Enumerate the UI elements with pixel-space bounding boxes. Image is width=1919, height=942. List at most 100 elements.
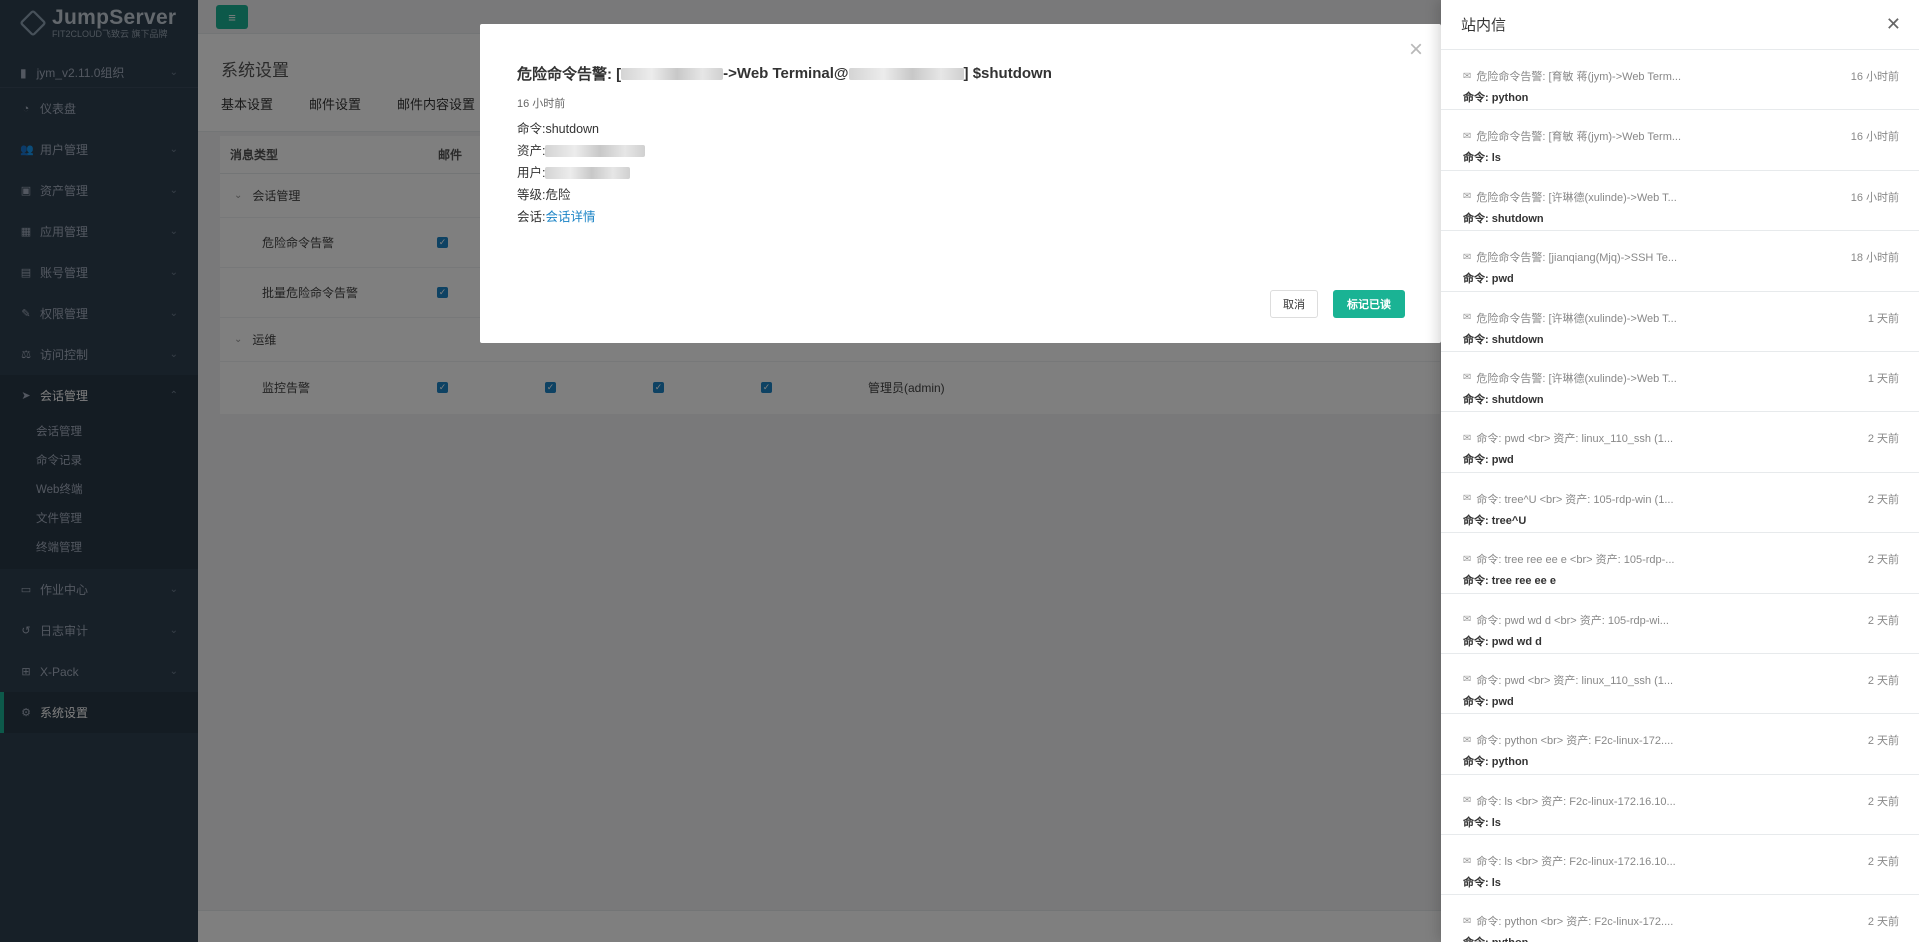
message-time: 2 天前: [1867, 735, 1899, 748]
dialog-body: 命令: shutdown 资产: 用户: 等级: 危险 会话: 会话详情: [517, 118, 646, 228]
message-time: 16 小时前: [1850, 131, 1899, 144]
list-item[interactable]: ✉ 命令: tree^U <br> 资产: 105-rdp-win (1... 2…: [1441, 473, 1919, 534]
level-value: 危险: [545, 188, 571, 202]
message-command: 命令: python: [1463, 92, 1529, 104]
message-command: 命令: pwd: [1463, 273, 1514, 286]
message-list: ✉ 危险命令告警: [育敏 蒋(jym)->Web Term... 16 小时前 …: [1441, 50, 1919, 942]
message-head: 命令: pwd <br> 资产: linux_110_ssh (1...: [1476, 433, 1674, 446]
message-command: 命令: ls: [1463, 816, 1501, 829]
envelope-icon: ✉: [1463, 855, 1472, 867]
message-command: 命令: pwd wd d: [1463, 635, 1542, 648]
message-command: 命令: tree^U: [1463, 514, 1527, 527]
message-command: 命令: shutdown: [1463, 393, 1544, 406]
command-value: shutdown: [545, 122, 599, 136]
message-time: 16 小时前: [1850, 71, 1899, 83]
asset-label: 资产:: [517, 144, 546, 158]
message-time: 2 天前: [1867, 674, 1899, 687]
message-head: 命令: pwd <br> 资产: linux_110_ssh (1...: [1476, 674, 1674, 687]
message-time: 2 天前: [1867, 856, 1899, 869]
redacted-user: [621, 67, 724, 80]
message-head: 危险命令告警: [jianqiang(Mjq)->SSH Te...: [1476, 252, 1677, 265]
envelope-icon: ✉: [1463, 372, 1472, 384]
envelope-icon: ✉: [1463, 432, 1472, 444]
message-command: 命令: shutdown: [1463, 212, 1544, 225]
message-head: 命令: ls <br> 资产: F2c-linux-172.16.10...: [1476, 795, 1676, 808]
dialog-title: 危险命令告警: [ ->Web Terminal@ ] $shutdown: [517, 63, 1052, 84]
list-item[interactable]: ✉ 命令: python <br> 资产: F2c-linux-172.... 2…: [1441, 714, 1919, 775]
list-item[interactable]: ✉ 危险命令告警: [许琳德(xulinde)->Web T... 16 小时前 …: [1441, 171, 1919, 232]
list-item[interactable]: ✉ 命令: ls <br> 资产: F2c-linux-172.16.10... …: [1441, 835, 1919, 896]
message-command: 命令: ls: [1463, 877, 1501, 890]
redacted-asset: [848, 67, 964, 80]
list-item[interactable]: ✉ 命令: tree ree ee e <br> 资产: 105-rdp-... …: [1441, 533, 1919, 594]
message-head: 命令: pwd wd d <br> 资产: 105-rdp-wi...: [1476, 614, 1669, 627]
message-head: 命令: ls <br> 资产: F2c-linux-172.16.10...: [1476, 856, 1676, 869]
message-head: 危险命令告警: [许琳德(xulinde)->Web T...: [1476, 372, 1677, 385]
level-label: 等级:: [517, 188, 546, 202]
close-icon[interactable]: ×: [1409, 38, 1423, 62]
session-label: 会话:: [517, 210, 546, 224]
list-item[interactable]: ✉ 命令: python <br> 资产: F2c-linux-172.... 2…: [1441, 895, 1919, 942]
title-suffix: ] $shutdown: [963, 65, 1052, 82]
list-item[interactable]: ✉ 危险命令告警: [育敏 蒋(jym)->Web Term... 16 小时前 …: [1441, 110, 1919, 171]
close-icon[interactable]: ✕: [1886, 14, 1901, 35]
message-time: 2 天前: [1867, 614, 1899, 627]
title-mid: ->Web Terminal@: [723, 65, 849, 82]
message-time: 2 天前: [1867, 916, 1899, 929]
drawer-header: 站内信 ✕: [1441, 0, 1919, 50]
message-time: 2 天前: [1867, 554, 1899, 567]
message-command: 命令: pwd: [1463, 695, 1514, 708]
list-item[interactable]: ✉ 危险命令告警: [育敏 蒋(jym)->Web Term... 16 小时前 …: [1441, 50, 1919, 111]
envelope-icon: ✉: [1463, 795, 1472, 807]
message-time: 2 天前: [1867, 493, 1899, 506]
message-command: 命令: pwd: [1463, 454, 1514, 467]
envelope-icon: ✉: [1463, 130, 1472, 142]
list-item[interactable]: ✉ 命令: pwd <br> 资产: linux_110_ssh (1... 2 …: [1441, 654, 1919, 715]
redacted-asset-value: [545, 145, 646, 157]
message-command: 命令: shutdown: [1463, 333, 1544, 346]
message-head: 命令: tree^U <br> 资产: 105-rdp-win (1...: [1476, 493, 1674, 506]
envelope-icon: ✉: [1463, 191, 1472, 203]
message-head: 危险命令告警: [许琳德(xulinde)->Web T...: [1476, 191, 1677, 204]
message-time: 2 天前: [1867, 433, 1899, 446]
session-detail-link[interactable]: 会话详情: [545, 206, 595, 228]
envelope-icon: ✉: [1463, 493, 1472, 505]
cancel-button[interactable]: 取消: [1270, 290, 1318, 318]
list-item[interactable]: ✉ 命令: pwd <br> 资产: linux_110_ssh (1... 2 …: [1441, 412, 1919, 473]
message-head: 危险命令告警: [育敏 蒋(jym)->Web Term...: [1476, 131, 1682, 144]
message-time: 1 天前: [1867, 312, 1899, 325]
envelope-icon: ✉: [1463, 915, 1472, 927]
envelope-icon: ✉: [1463, 614, 1472, 626]
message-head: 命令: python <br> 资产: F2c-linux-172....: [1476, 916, 1674, 929]
message-head: 危险命令告警: [育敏 蒋(jym)->Web Term...: [1476, 71, 1682, 83]
message-command: 命令: tree ree ee e: [1463, 575, 1556, 588]
envelope-icon: ✉: [1463, 674, 1472, 686]
redacted-user-value: [545, 167, 631, 179]
message-command: 命令: python: [1463, 934, 1528, 942]
envelope-icon: ✉: [1463, 312, 1472, 324]
drawer-title: 站内信: [1461, 17, 1507, 34]
mark-read-button[interactable]: 标记已读: [1333, 290, 1405, 318]
message-time: 16 小时前: [1850, 191, 1899, 204]
envelope-icon: ✉: [1463, 553, 1472, 565]
message-time: 1 天前: [1867, 372, 1899, 385]
message-time: 18 小时前: [1850, 252, 1899, 265]
message-detail-dialog: × 危险命令告警: [ ->Web Terminal@ ] $shutdown …: [480, 24, 1441, 343]
list-item[interactable]: ✉ 危险命令告警: [许琳德(xulinde)->Web T... 1 天前 命令…: [1441, 292, 1919, 352]
command-label: 命令:: [517, 122, 546, 136]
envelope-icon: ✉: [1463, 734, 1472, 746]
message-head: 命令: tree ree ee e <br> 资产: 105-rdp-...: [1476, 554, 1675, 567]
envelope-icon: ✉: [1463, 70, 1472, 82]
message-head: 命令: python <br> 资产: F2c-linux-172....: [1476, 735, 1674, 748]
title-prefix: 危险命令告警: [: [517, 66, 622, 83]
list-item[interactable]: ✉ 危险命令告警: [jianqiang(Mjq)->SSH Te... 18 小…: [1441, 231, 1919, 292]
dialog-time: 16 小时前: [517, 98, 566, 110]
message-command: 命令: ls: [1463, 152, 1501, 165]
site-messages-drawer: 站内信 ✕ ✉ 危险命令告警: [育敏 蒋(jym)->Web Term... 1…: [1441, 0, 1919, 942]
list-item[interactable]: ✉ 危险命令告警: [许琳德(xulinde)->Web T... 1 天前 命令…: [1441, 352, 1919, 413]
list-item[interactable]: ✉ 命令: ls <br> 资产: F2c-linux-172.16.10... …: [1441, 775, 1919, 836]
list-item[interactable]: ✉ 命令: pwd wd d <br> 资产: 105-rdp-wi... 2 天…: [1441, 594, 1919, 654]
message-head: 危险命令告警: [许琳德(xulinde)->Web T...: [1476, 312, 1677, 325]
message-command: 命令: python: [1463, 756, 1529, 769]
envelope-icon: ✉: [1463, 251, 1472, 263]
